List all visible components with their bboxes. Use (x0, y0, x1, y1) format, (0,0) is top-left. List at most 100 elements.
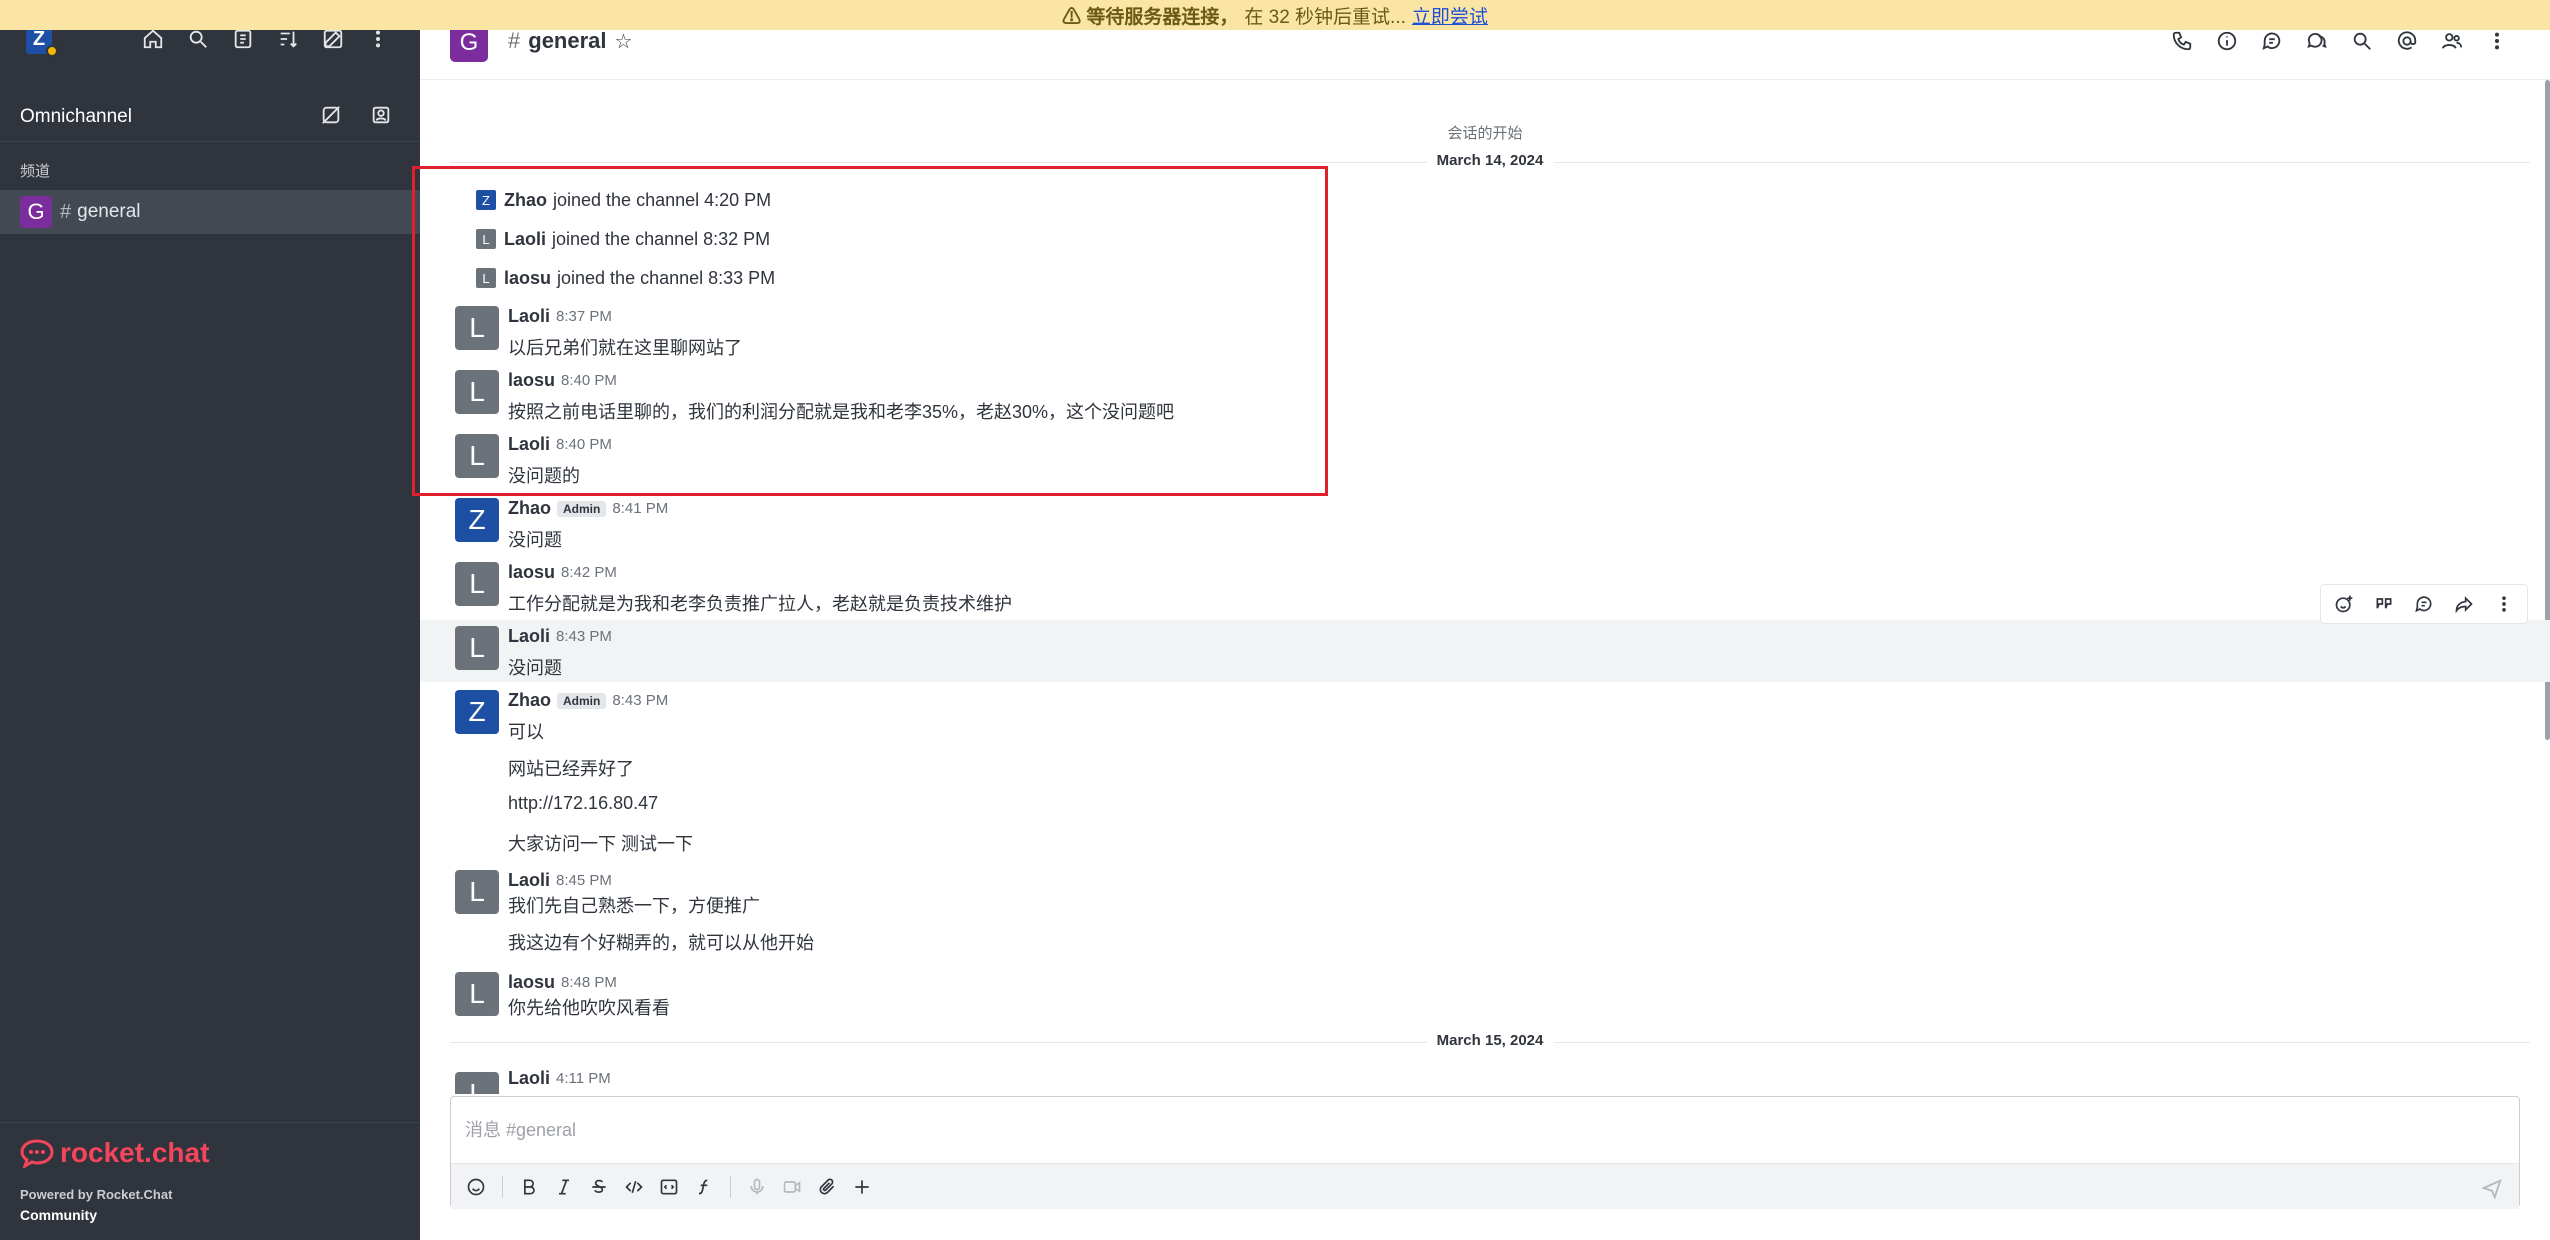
inline-code-icon[interactable] (621, 1174, 647, 1200)
composer-toolbar (451, 1163, 2519, 1209)
video-message-icon[interactable] (779, 1174, 805, 1200)
message[interactable]: L Laoli 8:37 PM 以后兄弟们就在这里聊网站了 (420, 300, 2550, 362)
discussions-icon[interactable] (2304, 28, 2330, 54)
sidebar-footer: rocket.chat Powered by Rocket.Chat Commu… (0, 1122, 420, 1240)
message-link[interactable]: http://172.16.80.47 (508, 793, 658, 814)
username[interactable]: Laoli (508, 626, 550, 647)
sidebar-item-label: general (77, 201, 141, 222)
add-reaction-icon[interactable] (2331, 591, 2357, 617)
message[interactable]: L Laoli 8:43 PM 没问题 (420, 620, 2550, 682)
message-time: 8:40 PM (556, 436, 612, 453)
more-actions-icon[interactable] (2491, 591, 2517, 617)
message-text: 没问题 (508, 658, 562, 678)
formula-icon[interactable] (691, 1174, 717, 1200)
message[interactable]: L laosu 8:42 PM 工作分配就是为我和老李负责推广拉人，老赵就是负责技… (420, 556, 2550, 618)
message-time: 8:40 PM (561, 372, 617, 389)
username[interactable]: Laoli (508, 434, 550, 455)
favorite-star-icon[interactable]: ☆ (615, 29, 633, 54)
strikethrough-icon[interactable] (586, 1174, 612, 1200)
plus-icon[interactable] (849, 1174, 875, 1200)
username[interactable]: laosu (508, 370, 555, 391)
avatar[interactable]: L (455, 626, 499, 670)
avatar[interactable]: L (455, 434, 499, 478)
message[interactable]: L Laoli 8:45 PM 我们先自己熟悉一下，方便推广 我这边有个好糊弄的，… (420, 864, 2550, 964)
avatar[interactable]: Z (455, 690, 499, 734)
username[interactable]: Zhao (508, 690, 551, 711)
omnichannel-title: Omnichannel (20, 106, 132, 127)
banner-countdown: 在 32 秒钟后重试... (1244, 6, 1406, 28)
bold-icon[interactable] (516, 1174, 542, 1200)
search-messages-icon[interactable] (2349, 28, 2375, 54)
username[interactable]: Zhao (504, 190, 547, 211)
message-text: 我们先自己熟悉一下，方便推广 (508, 896, 760, 916)
retry-now-link[interactable]: 立即尝试 (1412, 2, 1488, 29)
message[interactable]: L Laoli 8:40 PM 没问题的 (420, 428, 2550, 490)
threads-icon[interactable] (2259, 28, 2285, 54)
avatar[interactable]: L (455, 972, 499, 1016)
omnichannel-toggle-icon[interactable] (318, 102, 344, 128)
username[interactable]: Laoli (504, 229, 546, 250)
channels-section-label: 频道 (20, 163, 51, 180)
message-text: 你先给他吹吹风看看 (508, 998, 670, 1018)
avatar[interactable]: L (476, 229, 496, 249)
call-icon[interactable] (2169, 28, 2195, 54)
quote-icon[interactable] (2371, 591, 2397, 617)
contact-center-icon[interactable] (368, 102, 394, 128)
message-input[interactable] (451, 1097, 2519, 1163)
avatar[interactable]: L (455, 370, 499, 414)
kebab-menu-icon[interactable] (2484, 28, 2510, 54)
send-icon[interactable] (2479, 1175, 2505, 1201)
sidebar: Z Omnichannel 频道 G # general rocket.chat… (0, 0, 420, 1240)
avatar[interactable]: L (455, 870, 499, 914)
room-title-text: general (528, 28, 607, 53)
username[interactable]: Laoli (508, 870, 550, 891)
reply-in-thread-icon[interactable] (2411, 591, 2437, 617)
mentions-icon[interactable] (2394, 28, 2420, 54)
banner-warning: ⚠ 等待服务器连接， (1062, 6, 1239, 28)
message-text: 没问题的 (508, 466, 580, 486)
away-status-indicator (46, 45, 58, 57)
members-icon[interactable] (2439, 28, 2465, 54)
message-time: 8:43 PM (612, 692, 669, 709)
room-info-icon[interactable] (2214, 28, 2240, 54)
message[interactable]: L laosu 8:40 PM 按照之前电话里聊的，我们的利润分配就是我和老李35… (420, 364, 2550, 426)
username[interactable]: Laoli (508, 1068, 550, 1089)
message[interactable]: L Laoli 4:11 PM (420, 1064, 2550, 1094)
avatar[interactable]: L (476, 268, 496, 288)
username[interactable]: Laoli (508, 306, 550, 327)
rocketchat-logo: rocket.chat (20, 1137, 209, 1169)
conversation-start-label: 会话的开始 (1447, 125, 1523, 142)
sidebar-item-general[interactable]: G # general (0, 190, 420, 234)
message-text: 可以 (508, 722, 544, 742)
emoji-icon[interactable] (463, 1174, 489, 1200)
message-text: 以后兄弟们就在这里聊网站了 (508, 338, 742, 358)
channel-hash-icon: # (508, 28, 521, 53)
message-time: 8:45 PM (556, 872, 612, 889)
username[interactable]: laosu (508, 972, 555, 993)
avatar[interactable]: Z (455, 498, 499, 542)
system-message-text: joined the channel 8:33 PM (557, 267, 776, 288)
message-text: 没问题 (508, 530, 562, 550)
attachment-icon[interactable] (814, 1174, 840, 1200)
powered-by: Powered by Rocket.Chat (20, 1187, 173, 1202)
room-title: # general ☆ (508, 28, 632, 54)
message-text: 网站已经弄好了 (508, 759, 634, 779)
username[interactable]: laosu (504, 268, 551, 289)
message[interactable]: Z Zhao Admin 8:43 PM 可以 网站已经弄好了 http://172… (420, 684, 2550, 862)
avatar[interactable]: L (455, 1072, 499, 1094)
avatar[interactable]: Z (476, 190, 496, 210)
message-time: 8:48 PM (561, 974, 617, 991)
italic-icon[interactable] (551, 1174, 577, 1200)
message[interactable]: Z Zhao Admin 8:41 PM 没问题 (420, 492, 2550, 554)
forward-icon[interactable] (2451, 591, 2477, 617)
message[interactable]: L laosu 8:48 PM 你先给他吹吹风看看 (420, 966, 2550, 1028)
avatar[interactable]: L (455, 562, 499, 606)
microphone-icon[interactable] (744, 1174, 770, 1200)
avatar[interactable]: L (455, 306, 499, 350)
system-message: Z Zhao joined the channel 4:20 PM (476, 186, 771, 214)
admin-badge: Admin (557, 692, 607, 709)
username[interactable]: Zhao (508, 498, 551, 519)
date-divider: March 14, 2024 (450, 152, 2530, 172)
code-block-icon[interactable] (656, 1174, 682, 1200)
username[interactable]: laosu (508, 562, 555, 583)
